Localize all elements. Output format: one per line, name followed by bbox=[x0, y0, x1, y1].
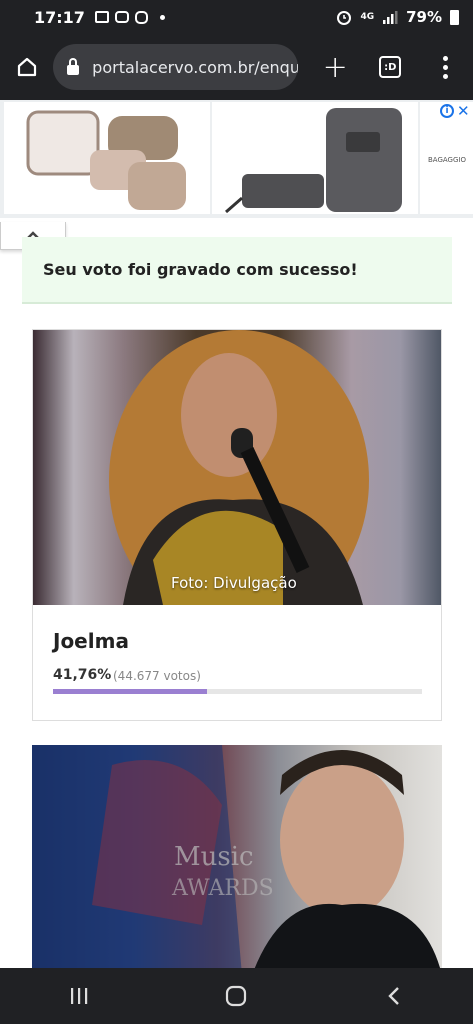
candidate-photo-next: Music AWARDS bbox=[32, 745, 442, 975]
candidate-card-next: Music AWARDS bbox=[32, 745, 442, 975]
instagram-icon bbox=[134, 10, 148, 24]
menu-button[interactable] bbox=[418, 34, 473, 100]
singer-illustration bbox=[109, 330, 369, 605]
alarm-icon bbox=[337, 11, 352, 25]
vote-progress-bar bbox=[53, 689, 422, 694]
cosmetic-bags-image bbox=[26, 110, 186, 210]
address-bar[interactable]: portalacervo.com.br/enque bbox=[53, 44, 298, 90]
status-time: 17:17 bbox=[34, 7, 85, 27]
ad-brand-panel[interactable]: i ✕ BAGAGGIO bbox=[420, 102, 473, 214]
svg-text:AWARDS: AWARDS bbox=[171, 876, 274, 901]
back-chevron-icon bbox=[388, 987, 399, 1005]
more-vert-icon bbox=[442, 55, 448, 79]
status-bar: 17:17 4G 79% bbox=[0, 0, 473, 34]
battery-percent: 79% bbox=[406, 8, 442, 26]
svg-text:Music: Music bbox=[174, 842, 254, 872]
backpack-image bbox=[225, 108, 402, 214]
ad-product-backpack[interactable] bbox=[212, 102, 418, 214]
ad-product-cosmetic-bags[interactable] bbox=[4, 102, 210, 214]
ad-brand-name: BAGAGGIO bbox=[428, 156, 466, 164]
singer-selfie-illustration: Music AWARDS bbox=[32, 745, 442, 975]
ad-info-icon[interactable]: i bbox=[440, 104, 454, 118]
vote-percent: 41,76% bbox=[53, 667, 112, 683]
browser-toolbar: portalacervo.com.br/enque + :D bbox=[0, 34, 473, 100]
status-right: 4G 79% bbox=[336, 8, 459, 26]
signal-icon bbox=[383, 11, 398, 24]
candidate-name: Joelma bbox=[53, 629, 129, 653]
candidate-photo: Foto: Divulgação bbox=[33, 330, 441, 605]
gallery-icon bbox=[94, 11, 109, 23]
home-nav-button[interactable] bbox=[206, 968, 266, 1024]
lock-icon bbox=[67, 57, 80, 75]
tab-count: :D bbox=[379, 56, 402, 78]
android-nav-bar bbox=[0, 968, 473, 1024]
vote-success-message: Seu voto foi gravado com sucesso! bbox=[22, 237, 452, 304]
photo-credit: Foto: Divulgação bbox=[171, 574, 297, 592]
ad-banner[interactable]: i ✕ BAGAGGIO bbox=[0, 100, 473, 218]
vote-count: (44.677 votos) bbox=[113, 669, 201, 683]
youtube-icon bbox=[114, 11, 129, 23]
tab-switcher-button[interactable]: :D bbox=[363, 34, 418, 100]
url-text: portalacervo.com.br/enque bbox=[92, 57, 298, 77]
recent-apps-button[interactable] bbox=[49, 968, 109, 1024]
more-notifications-dot bbox=[159, 14, 165, 20]
ad-close-icon[interactable]: ✕ bbox=[457, 102, 470, 120]
network-type: 4G bbox=[360, 12, 375, 22]
home-button[interactable] bbox=[0, 34, 53, 100]
battery-icon bbox=[450, 9, 459, 25]
candidate-card: Foto: Divulgação Joelma 41,76% (44.677 v… bbox=[32, 329, 442, 721]
notification-icons bbox=[94, 10, 165, 24]
home-icon bbox=[17, 57, 36, 77]
back-button[interactable] bbox=[364, 968, 424, 1024]
vote-progress-fill bbox=[53, 689, 208, 694]
recent-apps-icon bbox=[70, 988, 88, 1004]
new-tab-button[interactable]: + bbox=[308, 34, 363, 100]
home-circle-icon bbox=[226, 985, 247, 1007]
